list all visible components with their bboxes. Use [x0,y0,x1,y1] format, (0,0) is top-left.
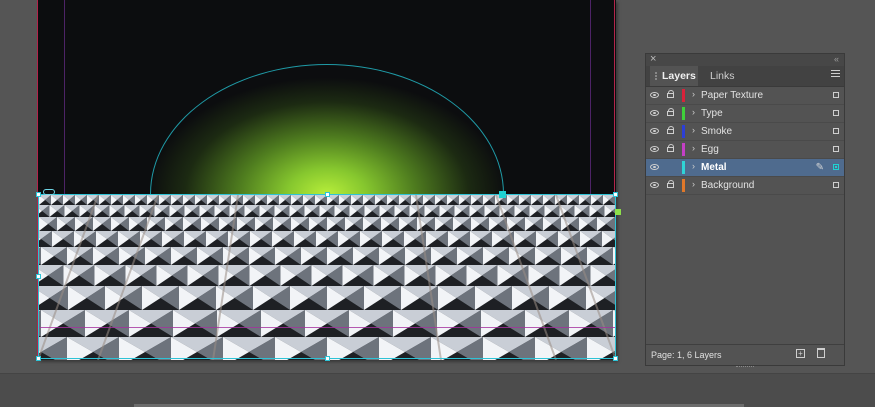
lock-icon[interactable] [667,144,674,152]
layer-row-background[interactable]: › Background [646,177,844,195]
chain-link-icon[interactable] [43,189,55,195]
panel-menu-icon[interactable] [831,70,840,79]
chevron-right-icon[interactable]: › [692,143,695,153]
layer-name: Type [701,108,723,119]
layer-list: › Paper Texture › Type › Smoke › Egg › M… [646,87,844,195]
eye-icon[interactable] [650,128,659,134]
collapse-icon[interactable]: « [834,52,839,66]
handle-middle-left[interactable] [36,274,41,279]
chevron-right-icon[interactable]: › [692,161,695,171]
tab-layers[interactable]: Layers [650,66,698,86]
eye-icon[interactable] [650,146,659,152]
eye-icon[interactable] [650,164,659,170]
tab-layers-label: Layers [662,70,696,82]
selection-square-icon[interactable] [833,164,839,170]
lock-icon[interactable] [667,126,674,134]
frame-anchor-handle[interactable] [615,209,621,215]
layer-row-metal[interactable]: › Metal ✎ [646,159,844,177]
pen-icon: ✎ [815,162,824,173]
lock-icon[interactable] [667,90,674,98]
layer-name: Smoke [701,126,733,137]
panel-tab-bar: Layers Links [646,66,844,87]
selection-square-icon[interactable] [833,146,839,152]
egg-glow-ellipse[interactable] [150,64,504,195]
layer-color-swatch [682,161,685,174]
layers-panel: × « Layers Links › Paper Texture › Type [645,52,845,367]
content-grabber-handle[interactable] [499,191,506,198]
layer-color-swatch [682,179,685,192]
grip-icon [655,72,660,80]
chevron-right-icon[interactable]: › [692,89,695,99]
document-page[interactable] [36,0,621,361]
egg-glow-clip [38,0,616,195]
layer-row-smoke[interactable]: › Smoke [646,123,844,141]
handle-bottom-left[interactable] [36,356,41,361]
handle-bottom-right[interactable] [613,356,618,361]
tab-links-label: Links [710,70,735,82]
selection-square-icon[interactable] [833,128,839,134]
tab-links[interactable]: Links [698,66,738,86]
new-layer-icon[interactable]: + [796,349,805,358]
trash-icon[interactable] [817,348,825,358]
close-icon[interactable]: × [650,52,656,66]
handle-bottom-middle[interactable] [325,356,330,361]
metal-pyramid-pattern [38,195,616,360]
metal-texture-image[interactable] [38,195,616,360]
selection-square-icon[interactable] [833,182,839,188]
layer-row-paper-texture[interactable]: › Paper Texture [646,87,844,105]
eye-icon[interactable] [650,110,659,116]
panel-footer: Page: 1, 6 Layers + [646,344,844,367]
chevron-right-icon[interactable]: › [692,179,695,189]
handle-top-left[interactable] [36,192,41,197]
page-layer-count: Page: 1, 6 Layers [651,350,722,360]
layer-name: Paper Texture [701,90,764,101]
layer-color-swatch [682,125,685,138]
handle-top-right[interactable] [613,192,618,197]
panel-titlebar[interactable]: × « [646,52,844,66]
panel-resize-grip[interactable] [736,366,754,370]
lock-icon[interactable] [667,180,674,188]
layer-color-swatch [682,89,685,102]
chevron-right-icon[interactable]: › [692,107,695,117]
eye-icon[interactable] [650,92,659,98]
eye-icon[interactable] [650,182,659,188]
layer-row-type[interactable]: › Type [646,105,844,123]
layer-color-swatch [682,143,685,156]
lock-icon[interactable] [667,108,674,116]
pasteboard-bottom [0,373,875,407]
chevron-right-icon[interactable]: › [692,125,695,135]
selection-square-icon[interactable] [833,110,839,116]
layer-name: Egg [701,144,719,155]
layer-color-swatch [682,107,685,120]
layer-name: Background [701,180,755,191]
selection-square-icon[interactable] [833,92,839,98]
layer-name: Metal [701,162,727,173]
handle-top-middle[interactable] [325,192,330,197]
layer-row-egg[interactable]: › Egg [646,141,844,159]
margin-guide-bottom [38,327,616,328]
